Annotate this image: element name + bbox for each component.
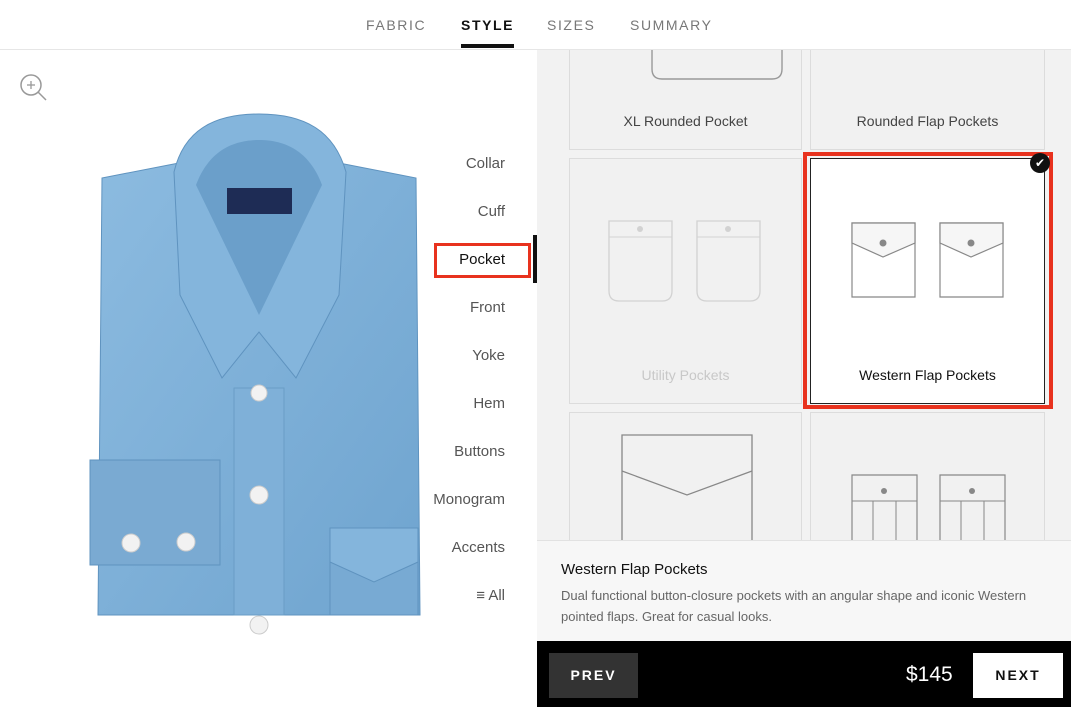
top-navigation: FABRIC STYLE SIZES SUMMARY	[0, 0, 1071, 50]
menu-item-collar[interactable]: Collar	[466, 155, 505, 172]
shirt-image	[89, 113, 421, 635]
safari-pockets-icon	[851, 474, 1006, 542]
tab-style[interactable]: STYLE	[461, 17, 515, 48]
menu-item-monogram[interactable]: Monogram	[433, 491, 505, 508]
menu-item-cuff[interactable]: Cuff	[478, 203, 505, 220]
option-xl-rounded-pocket[interactable]: XL Rounded Pocket	[569, 50, 802, 150]
option-utility-pockets[interactable]: Utility Pockets	[569, 158, 802, 404]
tab-fabric[interactable]: FABRIC	[366, 17, 426, 33]
xl-rounded-pocket-icon	[651, 50, 783, 80]
checkmark-icon: ✔	[1030, 153, 1050, 173]
option-label: Western Flap Pockets	[859, 367, 996, 383]
zoom-in-icon[interactable]	[18, 72, 48, 102]
price-label: $145	[906, 663, 953, 686]
menu-item-hem[interactable]: Hem	[473, 395, 505, 412]
western-flap-pockets-icon	[851, 222, 1004, 298]
option-description-panel: Western Flap Pockets Dual functional but…	[537, 540, 1071, 641]
menu-item-buttons[interactable]: Buttons	[454, 443, 505, 460]
option-label: Rounded Flap Pockets	[856, 113, 999, 129]
active-item-highlight	[434, 243, 531, 278]
next-button[interactable]: NEXT	[973, 653, 1063, 698]
pointed-flap-pocket-icon	[621, 434, 753, 547]
utility-pockets-icon	[608, 220, 761, 302]
menu-item-front[interactable]: Front	[470, 299, 505, 316]
tab-summary[interactable]: SUMMARY	[630, 17, 713, 33]
menu-item-accents[interactable]: Accents	[452, 539, 505, 556]
option-label: Utility Pockets	[641, 367, 730, 383]
tab-sizes[interactable]: SIZES	[547, 17, 595, 33]
prev-button[interactable]: PREV	[549, 653, 638, 698]
option-western-flap-pockets[interactable]: Western Flap Pockets	[810, 158, 1045, 404]
option-label: XL Rounded Pocket	[623, 113, 748, 129]
footer-bar: PREV $145 NEXT	[537, 641, 1071, 707]
preview-panel: Collar Cuff Pocket Front Yoke Hem Button…	[0, 50, 537, 707]
description-text: Dual functional button-closure pockets w…	[561, 588, 1027, 624]
menu-item-all[interactable]: ≡ All	[476, 587, 505, 604]
menu-item-yoke[interactable]: Yoke	[472, 347, 505, 364]
description-title: Western Flap Pockets	[561, 561, 708, 578]
option-rounded-flap-pockets[interactable]: Rounded Flap Pockets	[810, 50, 1045, 150]
